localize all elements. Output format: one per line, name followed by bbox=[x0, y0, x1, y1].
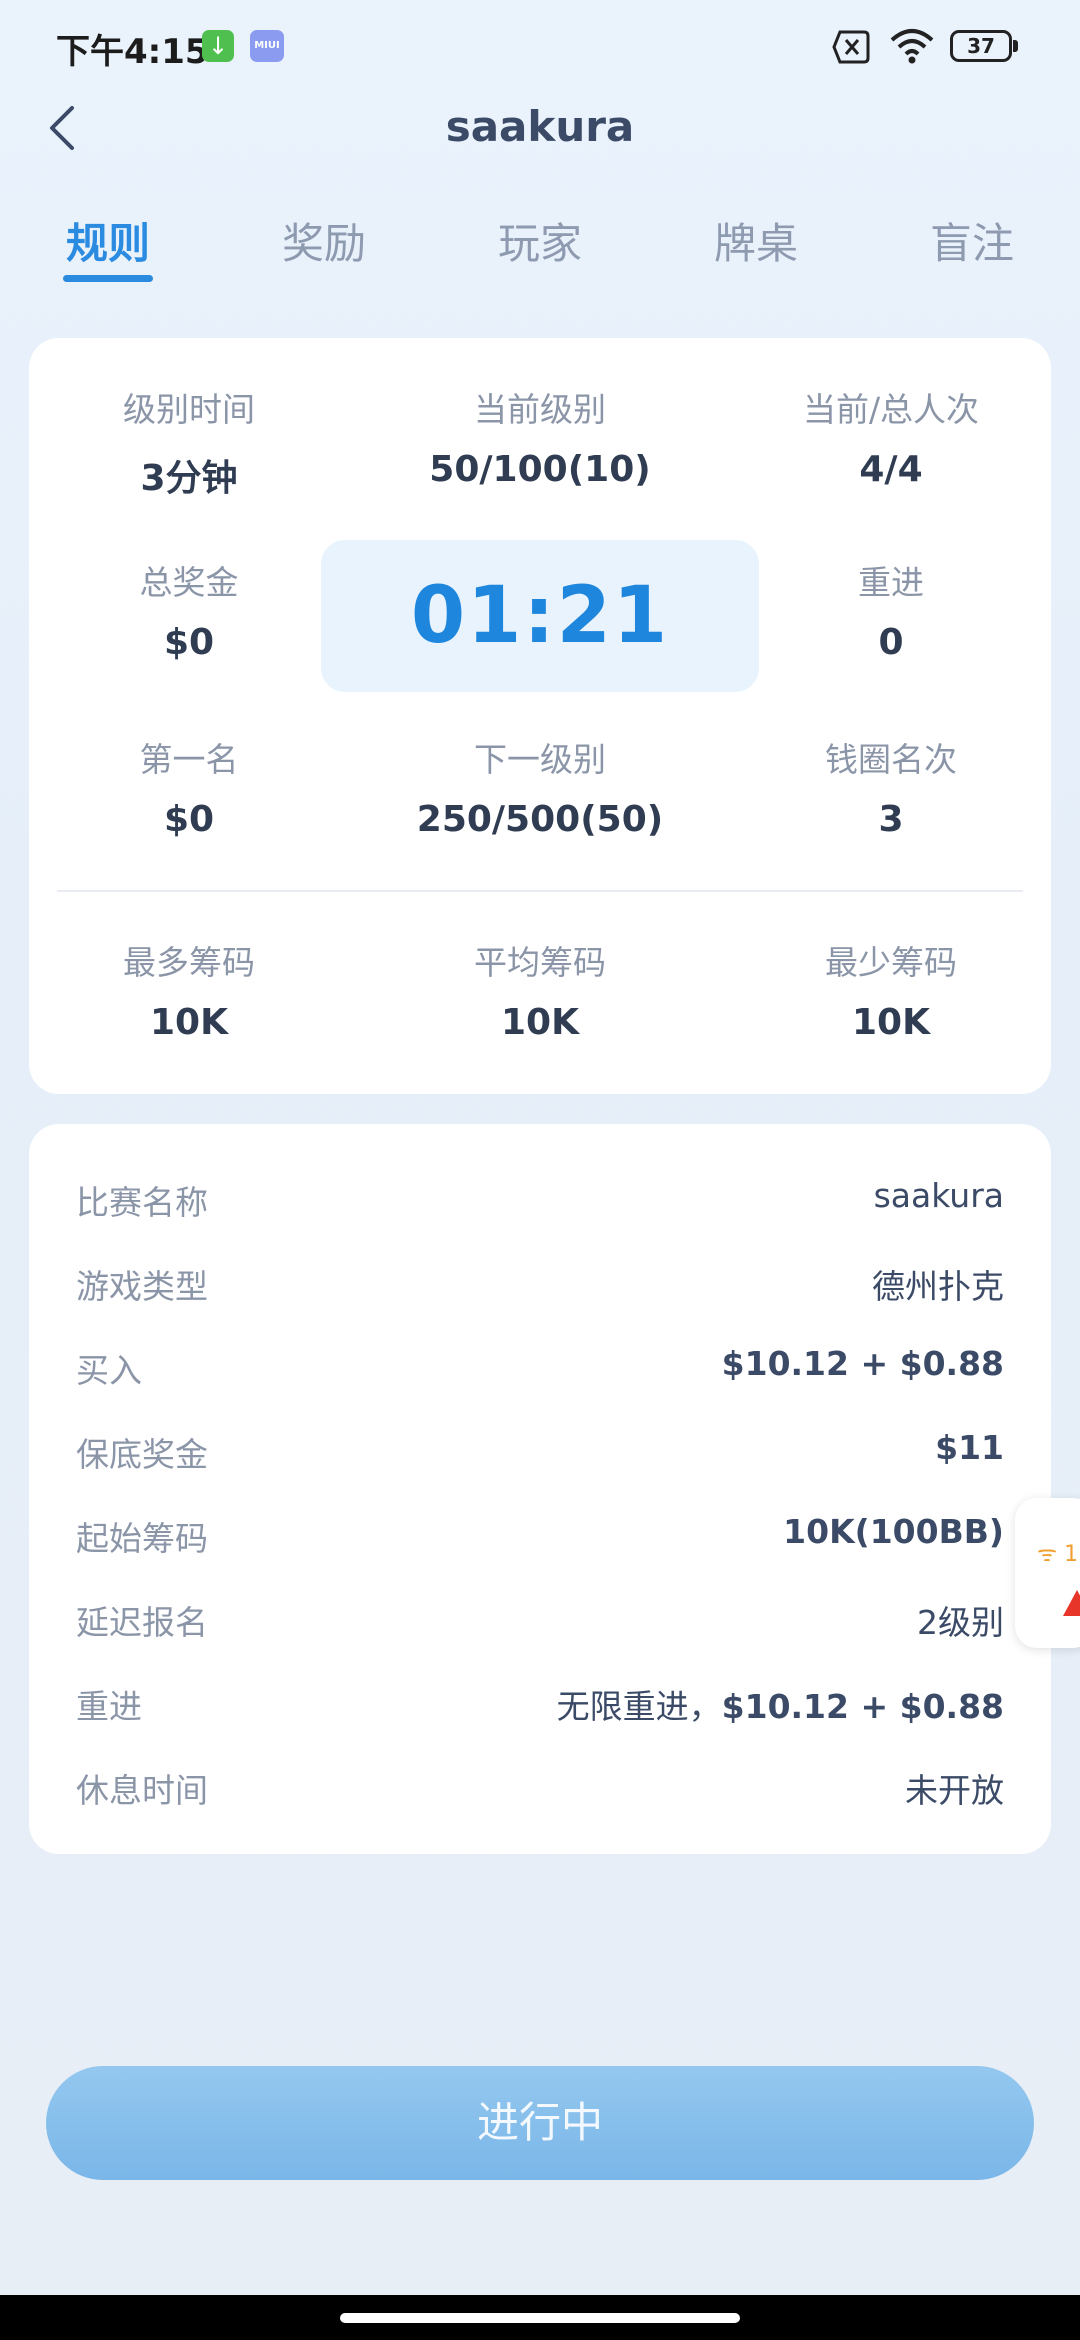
stat-label: 总奖金 bbox=[139, 563, 239, 602]
detail-row-starting-chips: 起始筹码 10K(100BB) bbox=[76, 1512, 1004, 1572]
page-title: saakura bbox=[445, 102, 635, 151]
tournament-details-card: 比赛名称 saakura 游戏类型 德州扑克 买入 $10.12 + $0.88… bbox=[29, 1124, 1051, 1854]
detail-value-amount: $10.12 + $0.88 bbox=[721, 1687, 1004, 1726]
stat-next-level: 下一级别 250/500(50) bbox=[390, 733, 690, 840]
home-indicator[interactable] bbox=[340, 2313, 740, 2323]
stat-avg-chips: 平均筹码 10K bbox=[390, 936, 690, 1043]
stat-label: 钱圈名次 bbox=[825, 740, 957, 779]
battery-tip bbox=[1013, 40, 1018, 52]
stat-label: 最少筹码 bbox=[825, 943, 957, 982]
system-nav-bar bbox=[0, 2295, 1080, 2340]
detail-key: 休息时间 bbox=[76, 1771, 208, 1810]
detail-key: 重进 bbox=[76, 1687, 142, 1726]
stat-value: $0 bbox=[163, 799, 215, 840]
stat-value: $0 bbox=[163, 622, 215, 663]
tab-label: 玩家 bbox=[497, 219, 582, 268]
detail-value: 10K(100BB) bbox=[783, 1512, 1004, 1551]
divider bbox=[57, 890, 1023, 892]
detail-row-late-reg: 延迟报名 2级别 bbox=[76, 1596, 1004, 1656]
stat-first-place: 第一名 $0 bbox=[39, 733, 339, 840]
stat-min-chips: 最少筹码 10K bbox=[741, 936, 1041, 1043]
stat-rebuy: 重进 0 bbox=[741, 556, 1041, 663]
floater-signal-text: ᯤ 1 bbox=[1037, 1542, 1079, 1567]
detail-key: 保底奖金 bbox=[76, 1435, 208, 1474]
stat-value: 10K bbox=[150, 1002, 228, 1043]
tab-indicator bbox=[63, 275, 153, 282]
detail-value: $10.12 + $0.88 bbox=[721, 1344, 1004, 1383]
stat-label: 第一名 bbox=[139, 740, 239, 779]
stat-label: 当前/总人次 bbox=[802, 390, 980, 429]
tab-blinds[interactable]: 盲注 bbox=[902, 210, 1042, 271]
stat-entries: 当前/总人次 4/4 bbox=[741, 383, 1041, 490]
stat-max-chips: 最多筹码 10K bbox=[39, 936, 339, 1043]
detail-row-rebuy: 重进 无限重进，$10.12 + $0.88 bbox=[76, 1680, 1004, 1740]
detail-key: 游戏类型 bbox=[76, 1267, 208, 1306]
stat-value: 250/500(50) bbox=[416, 799, 664, 840]
detail-key: 买入 bbox=[76, 1351, 142, 1390]
stat-label: 级别时间 bbox=[123, 390, 255, 429]
stat-label: 当前级别 bbox=[474, 390, 606, 429]
floater-value: 1 bbox=[1064, 1542, 1079, 1567]
detail-key: 起始筹码 bbox=[76, 1519, 208, 1558]
stat-value: 3分钟 bbox=[140, 458, 238, 499]
stat-value: 3 bbox=[878, 799, 904, 840]
stat-label: 下一级别 bbox=[474, 740, 606, 779]
status-bar: 下午4:15 ↓ MIUI 37 bbox=[0, 0, 1080, 95]
tab-label: 盲注 bbox=[929, 219, 1014, 268]
status-action-button[interactable]: 进行中 bbox=[46, 2066, 1034, 2180]
stat-prize-pool: 总奖金 $0 bbox=[39, 556, 339, 663]
wifi-icon bbox=[890, 29, 934, 64]
stat-label: 重进 bbox=[858, 563, 924, 602]
download-icon: ↓ bbox=[202, 30, 234, 62]
tab-players[interactable]: 玩家 bbox=[470, 210, 610, 271]
level-countdown-timer: 01:21 bbox=[321, 540, 759, 692]
detail-key: 延迟报名 bbox=[76, 1603, 208, 1642]
tab-bar: 规则 奖励 玩家 牌桌 盲注 bbox=[0, 210, 1080, 290]
tab-rules[interactable]: 规则 bbox=[38, 210, 178, 282]
floating-network-widget[interactable]: ᯤ 1 bbox=[1015, 1498, 1080, 1648]
stat-current-level: 当前级别 50/100(10) bbox=[390, 383, 690, 490]
stat-value: 10K bbox=[501, 1002, 579, 1043]
stat-value: 4/4 bbox=[859, 449, 923, 490]
no-sim-icon bbox=[832, 30, 870, 64]
detail-value: 无限重进，$10.12 + $0.88 bbox=[557, 1680, 1004, 1728]
stat-value: 50/100(10) bbox=[429, 449, 651, 490]
detail-row-game-type: 游戏类型 德州扑克 bbox=[76, 1260, 1004, 1320]
tab-label: 奖励 bbox=[281, 219, 366, 268]
tournament-stats-card: 级别时间 3分钟 当前级别 50/100(10) 当前/总人次 4/4 总奖金 … bbox=[29, 338, 1051, 1094]
tab-rewards[interactable]: 奖励 bbox=[254, 210, 394, 271]
detail-row-name: 比赛名称 saakura bbox=[76, 1176, 1004, 1236]
stat-value: 0 bbox=[878, 622, 904, 663]
stat-value: 10K bbox=[852, 1002, 930, 1043]
detail-row-buyin: 买入 $10.12 + $0.88 bbox=[76, 1344, 1004, 1404]
alert-triangle-icon bbox=[1063, 1590, 1080, 1616]
detail-row-guarantee: 保底奖金 $11 bbox=[76, 1428, 1004, 1488]
detail-value-prefix: 无限重进， bbox=[556, 1687, 722, 1726]
miui-icon: MIUI bbox=[250, 30, 284, 62]
detail-row-break: 休息时间 未开放 bbox=[76, 1764, 1004, 1824]
tab-tables[interactable]: 牌桌 bbox=[686, 210, 826, 271]
stat-level-time: 级别时间 3分钟 bbox=[39, 383, 339, 501]
status-time: 下午4:15 bbox=[56, 32, 209, 72]
detail-value: $11 bbox=[935, 1428, 1004, 1467]
detail-key: 比赛名称 bbox=[76, 1183, 208, 1222]
tab-label: 规则 bbox=[65, 219, 150, 268]
detail-value: 2级别 bbox=[917, 1603, 1004, 1642]
detail-value: 德州扑克 bbox=[872, 1267, 1004, 1306]
stat-label: 平均筹码 bbox=[474, 943, 606, 982]
battery-icon: 37 bbox=[950, 30, 1012, 62]
stat-label: 最多筹码 bbox=[123, 943, 255, 982]
stat-bubble: 钱圈名次 3 bbox=[741, 733, 1041, 840]
detail-value: 未开放 bbox=[905, 1771, 1004, 1810]
detail-value: saakura bbox=[873, 1176, 1004, 1215]
tab-label: 牌桌 bbox=[713, 219, 798, 268]
